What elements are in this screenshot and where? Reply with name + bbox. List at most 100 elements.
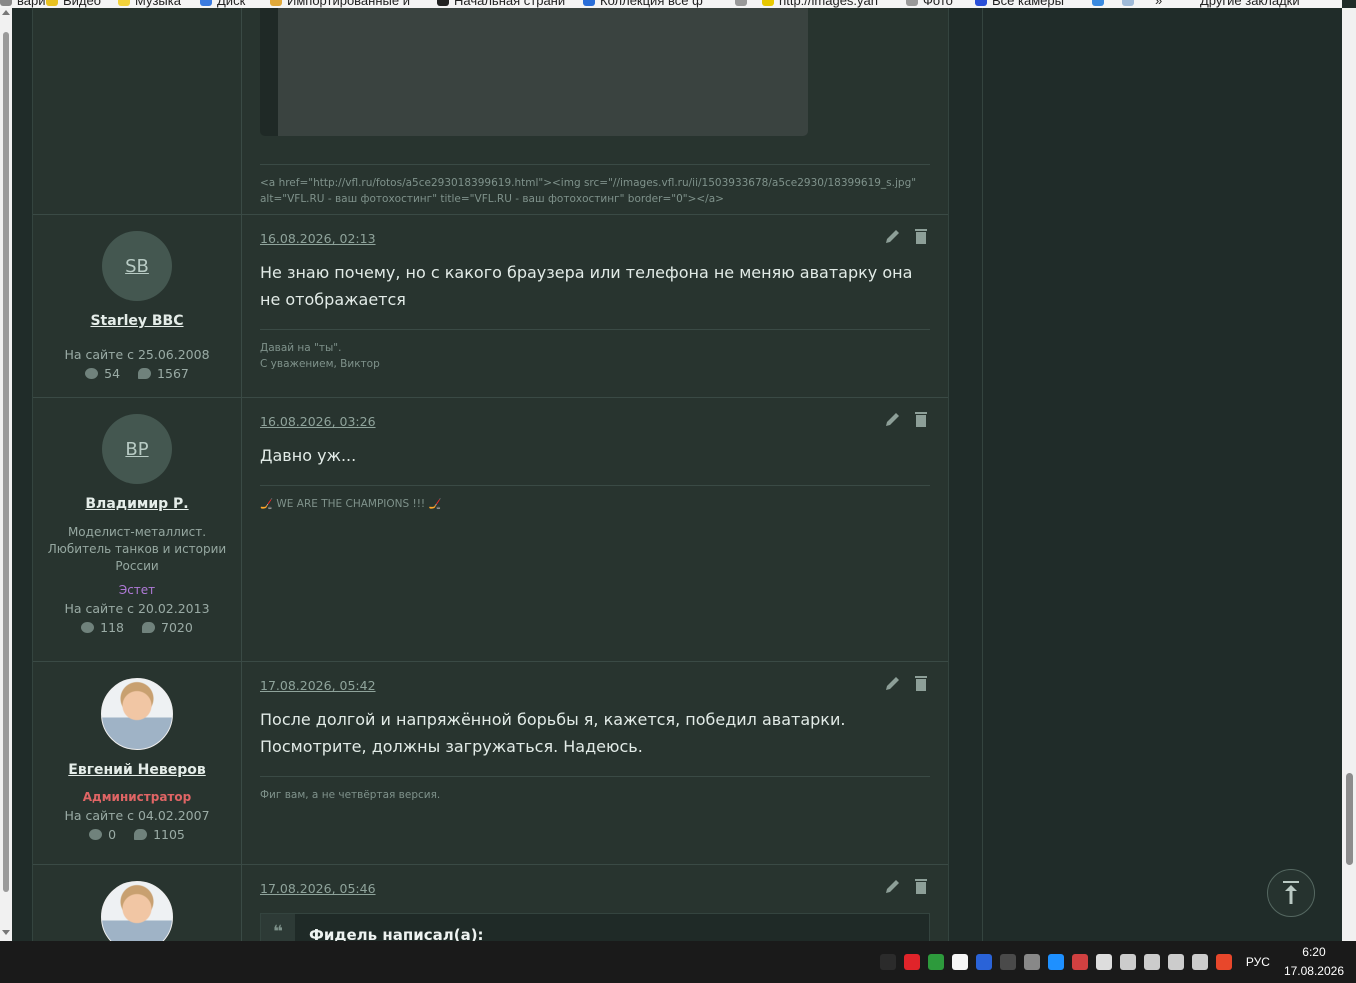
avatar[interactable]: [101, 678, 173, 750]
delete-trash-icon[interactable]: [912, 877, 930, 895]
delete-trash-icon[interactable]: [912, 674, 930, 692]
stat-value: 7020: [161, 620, 193, 635]
avatar[interactable]: BP: [102, 414, 172, 484]
arrow-up-icon: [1283, 881, 1299, 904]
bookmark-favicon-icon: [118, 0, 130, 6]
bookmark-label: Музыка: [135, 0, 181, 8]
bookmark-item[interactable]: Другие закладки: [1200, 0, 1300, 8]
scroll-up-arrow-icon[interactable]: [2, 10, 10, 15]
bookmark-item[interactable]: Музыка: [118, 0, 181, 8]
post-body: 17.08.2026, 05:46 ❝ Фидель написал(а):: [242, 865, 948, 941]
tray-app-icon[interactable]: [975, 954, 992, 970]
scrollbar-thumb[interactable]: [3, 32, 9, 892]
bookmark-item[interactable]: Видео: [46, 0, 101, 8]
language-indicator[interactable]: РУС: [1246, 955, 1270, 969]
tray-app-icon[interactable]: [999, 954, 1016, 970]
avatar[interactable]: SB: [102, 231, 172, 301]
camera-icon: [89, 829, 103, 840]
edit-pencil-icon[interactable]: [884, 674, 902, 692]
quote-block: ❝ Фидель написал(а):: [260, 913, 930, 941]
edit-pencil-icon[interactable]: [884, 877, 902, 895]
delete-trash-icon[interactable]: [912, 227, 930, 245]
user-stats: 0 1105: [33, 827, 241, 842]
post-body: 17.08.2026, 05:42 После долгой и напряжё…: [242, 662, 948, 864]
user-stats: 118 7020: [33, 620, 241, 635]
bookmark-item[interactable]: [1122, 0, 1139, 8]
tray-app-icon[interactable]: [951, 954, 968, 970]
signature-line: Давай на "ты".: [260, 342, 342, 354]
bookmark-label: Видео: [63, 0, 101, 8]
delete-trash-icon[interactable]: [912, 410, 930, 428]
username-link[interactable]: Евгений Неверов: [33, 762, 241, 778]
tray-app-icon[interactable]: [903, 954, 920, 970]
sidebar-divider: [982, 8, 983, 941]
user-stats: 54 1567: [33, 366, 241, 381]
username-link[interactable]: Starley BBC: [33, 313, 241, 329]
bookmark-item[interactable]: Начальная страни: [437, 0, 565, 8]
avatar[interactable]: [101, 881, 173, 941]
clock[interactable]: 6:20 17.08.2026: [1284, 943, 1344, 981]
bookmark-item[interactable]: http://images.yan: [762, 0, 878, 8]
tray-app-icon[interactable]: [1191, 954, 1208, 970]
bookmark-label: http://images.yan: [779, 0, 878, 8]
messages-icon: [134, 829, 148, 840]
camera-icon: [85, 368, 99, 379]
bookmark-item[interactable]: Фото: [906, 0, 953, 8]
edit-pencil-icon[interactable]: [884, 410, 902, 428]
post-actions: [884, 410, 930, 428]
bookmark-label: Начальная страни: [454, 0, 566, 8]
bookmark-favicon-icon: [1122, 0, 1134, 6]
clock-date: 17.08.2026: [1283, 964, 1344, 978]
scroll-to-top-button[interactable]: [1267, 869, 1315, 917]
bookmark-item[interactable]: [1092, 0, 1109, 8]
post-body: 16.08.2026, 02:13 Не знаю почему, но с к…: [242, 215, 948, 397]
scrollbar-thumb[interactable]: [1346, 773, 1353, 865]
username-link[interactable]: Владимир Р.: [33, 496, 241, 512]
page-scrollbar-left[interactable]: [0, 8, 12, 941]
tray-app-icon[interactable]: [1215, 954, 1232, 970]
stat-photos: 54: [85, 366, 120, 381]
forum-post: <a href="http://vfl.ru/fotos/a5ce2930183…: [33, 8, 948, 215]
forum-post: SB Starley BBC На сайте с 25.06.2008 54 …: [33, 215, 948, 398]
user-rank: Администратор: [82, 790, 192, 804]
tray-app-icon[interactable]: [1071, 954, 1088, 970]
bookmark-favicon-icon: [200, 0, 212, 6]
bookmark-favicon-icon: [270, 0, 282, 6]
tray-app-icon[interactable]: [1023, 954, 1040, 970]
tray-icons: [876, 954, 1236, 970]
page-scrollbar-right[interactable]: [1342, 8, 1356, 941]
signature-line: Фиг вам, а не четвёртая версия.: [260, 789, 441, 801]
bookmark-item[interactable]: Импортированные и: [270, 0, 410, 8]
stat-messages: 7020: [142, 620, 193, 635]
tray-app-icon[interactable]: [1095, 954, 1112, 970]
post-date-link[interactable]: 16.08.2026, 02:13: [260, 231, 376, 246]
bookmark-item[interactable]: вари: [0, 0, 45, 8]
edit-pencil-icon[interactable]: [884, 227, 902, 245]
tray-app-icon[interactable]: [1143, 954, 1160, 970]
bookmark-favicon-icon: [906, 0, 918, 6]
stat-photos: 118: [81, 620, 124, 635]
tray-app-icon[interactable]: [1167, 954, 1184, 970]
bookmark-item[interactable]: [735, 0, 752, 8]
bookmark-item[interactable]: Коллекция всё ф: [583, 0, 703, 8]
messages-icon: [138, 368, 152, 379]
windows-taskbar: РУС 6:20 17.08.2026: [0, 941, 1356, 983]
forum-page: <a href="http://vfl.ru/fotos/a5ce2930183…: [12, 8, 1342, 941]
post-date-link[interactable]: 17.08.2026, 05:46: [260, 881, 376, 896]
tray-app-icon[interactable]: [1047, 954, 1064, 970]
tray-app-icon[interactable]: [1119, 954, 1136, 970]
scroll-down-arrow-icon[interactable]: [2, 930, 10, 935]
bookmark-item[interactable]: »: [1155, 0, 1162, 8]
stat-photos: 0: [89, 827, 116, 842]
post-date-link[interactable]: 16.08.2026, 03:26: [260, 414, 376, 429]
tray-app-icon[interactable]: [927, 954, 944, 970]
tray-app-icon[interactable]: [879, 954, 896, 970]
post-date-link[interactable]: 17.08.2026, 05:42: [260, 678, 376, 693]
bookmark-item[interactable]: Диск: [200, 0, 245, 8]
posts-container: <a href="http://vfl.ru/fotos/a5ce2930183…: [32, 8, 949, 941]
member-since: На сайте с 25.06.2008: [64, 347, 210, 362]
bookmark-item[interactable]: Все камеры: [975, 0, 1064, 8]
post-signature: <a href="http://vfl.ru/fotos/a5ce2930183…: [260, 164, 930, 221]
stat-value: 54: [104, 366, 121, 381]
member-since: На сайте с 04.02.2007: [64, 808, 210, 823]
